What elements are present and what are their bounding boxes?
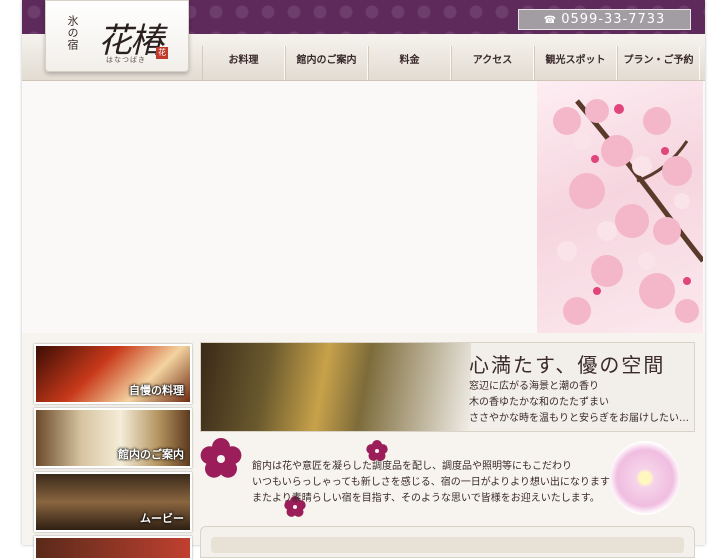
intro-line-2: いつもいらっしゃっても新しさを感じる、宿の一日がよりより想い出になりますよう <box>252 477 630 488</box>
nav-item-sightseeing[interactable]: 観光スポット <box>534 46 617 80</box>
banner-fourth[interactable] <box>34 536 192 560</box>
feature-panel: 心満たす、優の空間 窓辺に広がる海景と潮の香り 木の香ゆたかな和のたたずまい さ… <box>200 342 695 432</box>
feature-line-2: 木の香ゆたかな和のたたずまい <box>469 397 609 408</box>
logo-sub-text: はなつばき <box>106 56 146 64</box>
intro-line-3: またより素晴らしい宿を目指す、そのような思いで皆様をお迎えいたします。 <box>252 493 600 504</box>
intro-line-1: 館内は花や意匠を凝らした調度品を配し、調度品や照明等にもこだわり <box>252 461 572 472</box>
nav-item-rates[interactable]: 料金 <box>368 46 451 80</box>
logo-small-text: 氷の宿 <box>66 15 79 51</box>
banner-movie-label: ムービー <box>140 512 184 525</box>
banner-cuisine-label: 自慢の料理 <box>129 384 184 397</box>
nav-item-plans[interactable]: プラン・ご予約 <box>617 46 700 80</box>
bottom-content-box <box>200 526 695 558</box>
camellia-flower-image <box>610 441 680 515</box>
logo-stamp: 花 <box>156 47 168 59</box>
cherry-blossom-image <box>537 81 703 333</box>
nav-item-access[interactable]: アクセス <box>451 46 534 80</box>
telephone-icon: ☎ <box>543 15 558 26</box>
site-logo[interactable]: 氷の宿 花椿 はなつばき 花 <box>45 0 189 72</box>
page: ☎ 0599-33-7733 氷の宿 花椿 はなつばき 花 お料理 館内のご案内 … <box>22 0 705 560</box>
banner-movie[interactable]: ムービー <box>34 472 192 532</box>
feature-line-1: 窓辺に広がる海景と潮の香り <box>469 381 599 392</box>
cherry-blossom-illustration <box>553 99 703 325</box>
phone-number: 0599-33-7733 <box>561 12 666 27</box>
phone-number-box[interactable]: ☎ 0599-33-7733 <box>518 9 691 30</box>
banner-facilities[interactable]: 館内のご案内 <box>34 408 192 468</box>
feature-title: 心満たす、優の空間 <box>469 353 666 377</box>
feature-cuisine-photo <box>201 343 471 431</box>
banner-facilities-label: 館内のご案内 <box>118 448 184 461</box>
main-nav: お料理 館内のご案内 料金 アクセス 観光スポット プラン・ご予約 <box>202 46 700 80</box>
bottom-content-inner <box>211 537 684 553</box>
feature-line-3: ささやかな時を温もりと安らぎをお届けしたい… <box>469 413 689 424</box>
nav-item-facilities[interactable]: 館内のご案内 <box>285 46 368 80</box>
banner-cuisine[interactable]: 自慢の料理 <box>34 344 192 404</box>
plum-flower-icon <box>200 438 242 478</box>
nav-item-cuisine[interactable]: お料理 <box>202 46 285 80</box>
